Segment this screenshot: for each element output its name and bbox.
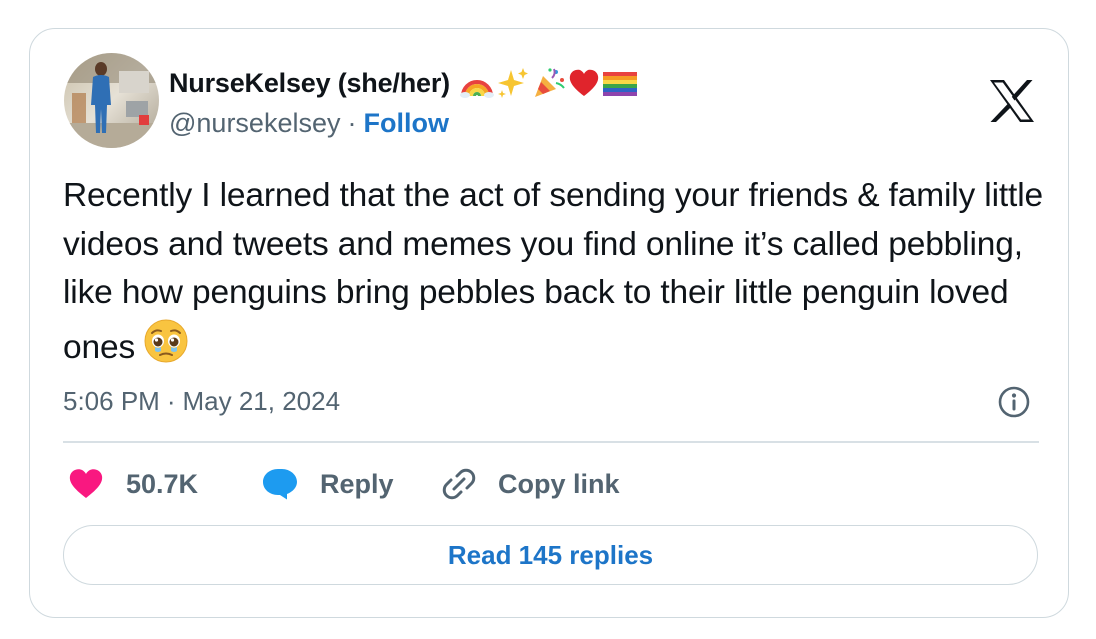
name-emoji-group <box>459 66 638 100</box>
x-logo-icon[interactable] <box>988 79 1036 123</box>
avatar-image <box>64 53 159 148</box>
sparkles-emoji <box>497 68 528 98</box>
tweet-body: Recently I learned that the act of sendi… <box>63 177 1043 366</box>
copy-link-label: Copy link <box>498 468 620 499</box>
tweet-text: Recently I learned that the act of sendi… <box>63 172 1048 378</box>
author-display-name[interactable]: NurseKelsey (she/her) <box>169 68 450 99</box>
divider <box>63 441 1039 443</box>
reply-button[interactable]: Reply <box>262 464 394 504</box>
speech-bubble-icon <box>263 469 297 500</box>
read-replies-button[interactable]: Read 145 replies <box>63 525 1038 585</box>
tweet-time: 5:06 PM <box>63 385 160 416</box>
tweet-date: May 21, 2024 <box>182 385 341 416</box>
author-handle[interactable]: @nursekelsey <box>169 108 340 139</box>
party-popper-emoji <box>534 68 565 97</box>
heart-icon <box>69 469 103 498</box>
link-icon <box>442 468 476 500</box>
like-count: 50.7K <box>126 468 199 499</box>
rainbow-emoji <box>459 80 494 98</box>
tweet-timestamp[interactable]: 5:06 PM · May 21, 2024 <box>63 381 340 421</box>
like-button[interactable]: 50.7K <box>68 464 198 504</box>
reply-label: Reply <box>320 468 394 499</box>
timestamp-separator: · <box>166 385 176 416</box>
tweet-embed-card: NurseKelsey (she/her) @nursekelsey · Fol… <box>29 28 1069 618</box>
handle-separator: · <box>347 107 357 138</box>
author-handle-line: @nursekelsey · Follow <box>169 105 449 141</box>
follow-button[interactable]: Follow <box>363 108 448 139</box>
copy-link-button[interactable]: Copy link <box>442 464 620 504</box>
rainbow-flag-emoji <box>602 72 637 96</box>
avatar[interactable] <box>64 53 159 148</box>
info-icon[interactable] <box>997 385 1031 419</box>
author-name-line: NurseKelsey (she/her) <box>169 63 638 103</box>
pleading-face-emoji <box>143 318 189 379</box>
read-replies-label: Read 145 replies <box>447 539 654 570</box>
red-heart-emoji <box>569 69 599 96</box>
